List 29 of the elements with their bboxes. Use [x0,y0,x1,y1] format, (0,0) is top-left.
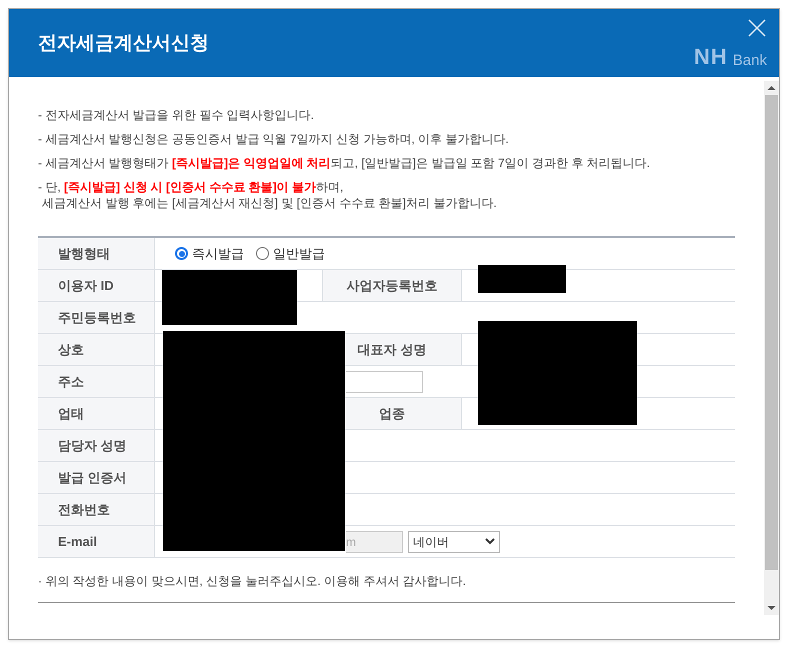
row-label: 발급 인증서 [38,462,155,493]
notice-text: - 세금계산서 발행형태가 [즉시발급]은 익영업일에 처리되고, [일반발급]은 발급일 포함 7일이 경과한 후 처리됩니다. [38,155,652,171]
row-label: 전화번호 [38,494,155,525]
scrollbar-thumb[interactable] [765,95,778,570]
notice-text: - 세금계산서 발행신청은 공동인증서 발급 익월 7일까지 신청 가능하며, 이후 불가합니다. [38,131,510,147]
footer-note: · 위의 작성한 내용이 맞으시면, 신청을 눌러주십시오. 이용해 주셔서 감사합니다. [38,573,468,590]
logo-text: Bank [732,53,767,68]
notice-text: 세금계산서 발행 후에는 [세금계산서 재신청] 및 [인증서 수수료 환불]처리 불가합니다. [41,195,498,211]
chevron-down-icon [485,538,495,545]
address-field[interactable] [346,370,423,392]
row-label: 업태 [38,398,155,429]
row-label: 주소 [38,366,155,397]
close-icon [748,19,766,37]
scrollbar[interactable] [764,81,779,615]
row-label: 주민등록번호 [38,302,155,333]
row-label: 상호 [38,334,155,365]
provider-select[interactable]: 네이버 [408,530,500,552]
close-button[interactable] [747,18,767,38]
row-label: E-mail [38,526,155,557]
row-label: 이용자 ID [38,270,155,301]
row-label: 발행형태 [38,238,155,269]
radio-option[interactable]: 일반발급 [256,244,325,264]
notice-text: - 단, [즉시발급] 신청 시 [인증서 수수료 환불]이 불가하며, [38,179,344,195]
row-label: 담당자 성명 [38,430,155,461]
logo-mark: NH [694,46,728,68]
dialog-title: 전자세금계산서신청 [38,30,209,56]
row-label: 사업자등록번호 [322,270,462,301]
notice-text: - 전자세금계산서 발급을 위한 필수 입력사항입니다. [38,107,315,123]
radio-option[interactable]: 즉시발급 [175,244,244,264]
